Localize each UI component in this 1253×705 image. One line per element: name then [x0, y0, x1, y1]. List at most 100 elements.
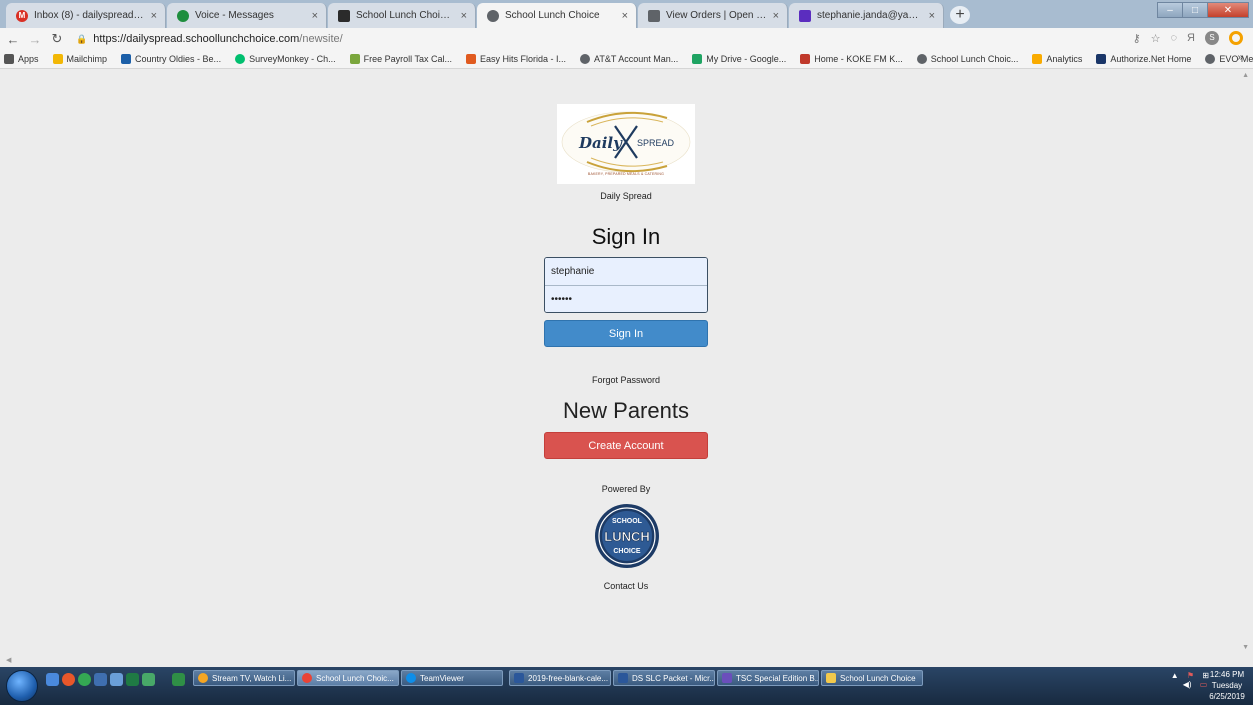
close-tab-icon[interactable]: ×	[461, 10, 467, 22]
tab-title: Voice - Messages	[195, 10, 274, 21]
quicklaunch-explorer-icon[interactable]	[110, 673, 123, 686]
close-tab-icon[interactable]: ×	[773, 10, 779, 22]
tab-voice[interactable]: Voice - Messages ×	[167, 3, 327, 28]
bookmark-country-oldies[interactable]: Country Oldies - Be...	[121, 54, 221, 64]
logo-word-choice: CHOICE	[613, 548, 641, 555]
bookmarks-overflow-icon[interactable]: »	[1237, 52, 1243, 63]
school-lunch-choice-logo: SCHOOL LUNCH CHOICE	[595, 504, 659, 568]
quicklaunch-desktop-icon[interactable]	[46, 673, 59, 686]
chrome-icon	[198, 673, 208, 683]
word-icon	[514, 673, 524, 683]
mailchimp-icon	[52, 54, 63, 64]
tab-slc-admin[interactable]: School Lunch Choice - Administ ×	[328, 3, 476, 28]
tab-gmail[interactable]: M Inbox (8) - dailyspreadjanda@gm ×	[6, 3, 166, 28]
extension-circle-icon[interactable]	[1229, 31, 1243, 45]
close-tab-icon[interactable]: ×	[312, 10, 318, 22]
bookmark-payroll[interactable]: Free Payroll Tax Cal...	[349, 54, 452, 64]
close-tab-icon[interactable]: ×	[622, 10, 628, 22]
page-content: ▲ Daily SPREAD BAKERY, PREPARED MEALS & …	[0, 70, 1253, 655]
password-input[interactable]	[545, 285, 707, 312]
taskbar-item-label: TSC Special Edition B...	[736, 673, 819, 683]
new-tab-plus-icon[interactable]: +	[950, 6, 970, 24]
bookmark-label: Free Payroll Tax Cal...	[363, 54, 452, 64]
username-input[interactable]	[545, 258, 707, 285]
quicklaunch-chrome-icon[interactable]	[78, 673, 91, 686]
globe-icon	[1205, 54, 1216, 64]
logo-word-spread: SPREAD	[637, 138, 675, 148]
bookmark-koke-fm[interactable]: Home - KOKE FM K...	[800, 54, 903, 64]
close-tab-icon[interactable]: ×	[929, 10, 935, 22]
forward-arrow-icon[interactable]: →	[26, 32, 44, 47]
scroll-up-arrow-icon[interactable]: ▲	[1242, 72, 1249, 79]
bookmark-surveymonkey[interactable]: SurveyMonkey - Ch...	[235, 54, 336, 64]
taskbar-item-stream-tv[interactable]: Stream TV, Watch Li...	[193, 670, 295, 686]
taskbar-item-tsc-special-edition[interactable]: TSC Special Edition B...	[717, 670, 819, 686]
url-host: https://dailyspread.schoollunchchoice.co…	[93, 33, 300, 45]
bookmark-star-icon[interactable]: ☆	[1151, 32, 1161, 45]
tab-yahoo-mail[interactable]: stephanie.janda@yahoo.com - Y ×	[789, 3, 944, 28]
taskbar-item-school-lunch-choice-folder[interactable]: School Lunch Choice	[821, 670, 923, 686]
scroll-left-arrow-icon[interactable]: ◀	[6, 656, 11, 664]
profile-avatar-icon[interactable]: S	[1205, 31, 1219, 45]
fork-icon	[648, 9, 660, 22]
bookmark-mailchimp[interactable]: Mailchimp	[52, 54, 107, 64]
quicklaunch-sheet-icon[interactable]	[172, 673, 185, 686]
bookmark-authorize-net[interactable]: Authorize.Net Home	[1096, 54, 1191, 64]
globe-icon	[916, 54, 927, 64]
window-close-icon[interactable]: ✕	[1207, 2, 1249, 18]
sign-in-button[interactable]: Sign In	[544, 320, 708, 347]
maximize-icon[interactable]: □	[1182, 2, 1208, 18]
bookmark-att[interactable]: AT&T Account Man...	[580, 54, 678, 64]
quicklaunch-firefox-icon[interactable]	[62, 673, 75, 686]
tab-open-dining[interactable]: View Orders | Open Dining ×	[638, 3, 788, 28]
taskbar-item-school-lunch-choice-browser[interactable]: School Lunch Choic...	[297, 670, 399, 686]
taskbar-item-label: 2019-free-blank-cale...	[528, 673, 609, 683]
contact-us-link[interactable]: Contact Us	[526, 581, 726, 591]
logo-tagline: BAKERY, PREPARED MEALS & CATERING	[587, 172, 665, 176]
bookmark-google-drive[interactable]: My Drive - Google...	[692, 54, 786, 64]
reader-icon[interactable]: Я	[1187, 32, 1195, 44]
bookmark-apps[interactable]: Apps	[4, 54, 39, 64]
authorize-net-icon	[1096, 54, 1107, 64]
scroll-down-arrow-icon[interactable]: ▼	[1242, 644, 1249, 651]
tray-volume-icon[interactable]: ◀)	[1183, 680, 1192, 689]
taskbar-item-teamviewer[interactable]: TeamViewer	[401, 670, 503, 686]
close-tab-icon[interactable]: ×	[151, 10, 157, 22]
reload-icon[interactable]: ↻	[48, 31, 66, 47]
forgot-password-link[interactable]: Forgot Password	[526, 375, 726, 385]
logo-word-daily: Daily	[578, 134, 623, 152]
windows-taskbar: Stream TV, Watch Li... School Lunch Choi…	[0, 667, 1253, 705]
quicklaunch-app-icon[interactable]	[94, 673, 107, 686]
bookmark-label: Easy Hits Florida - I...	[479, 54, 567, 64]
bookmark-evo-merchant[interactable]: EVO Merchant Acc...	[1205, 54, 1253, 64]
tab-school-lunch-choice[interactable]: School Lunch Choice ×	[477, 3, 637, 28]
tray-flag-icon[interactable]: ⚑	[1187, 671, 1194, 680]
address-bar[interactable]: 🔒 https://dailyspread.schoollunchchoice.…	[76, 33, 343, 45]
bookmark-label: Authorize.Net Home	[1110, 54, 1192, 64]
bookmark-label: School Lunch Choic...	[930, 54, 1019, 64]
minimize-icon[interactable]: –	[1157, 2, 1183, 18]
login-form	[544, 257, 708, 313]
key-icon[interactable]: ⚷	[1133, 32, 1141, 45]
back-arrow-icon[interactable]: ←	[4, 32, 22, 47]
tab-title: School Lunch Choice	[505, 10, 600, 21]
quicklaunch-excel-icon[interactable]	[126, 673, 139, 686]
bookmark-analytics[interactable]: Analytics	[1032, 54, 1082, 64]
tab-title: School Lunch Choice - Administ	[356, 10, 455, 21]
taskbar-clock[interactable]: 12:46 PM Tuesday 6/25/2019	[1207, 669, 1247, 702]
bookmark-label: Country Oldies - Be...	[135, 54, 222, 64]
taskbar-item-calendar-doc[interactable]: 2019-free-blank-cale...	[509, 670, 611, 686]
taskbar-item-ds-slc-packet[interactable]: DS SLC Packet - Micr...	[613, 670, 715, 686]
taskbar-item-label: School Lunch Choic...	[316, 673, 394, 683]
extension-icon[interactable]: ◌	[1171, 32, 1178, 44]
bookmark-label: SurveyMonkey - Ch...	[249, 54, 336, 64]
tray-expand-icon[interactable]: ▲	[1171, 671, 1179, 680]
quicklaunch-quickbooks-icon[interactable]	[142, 673, 155, 686]
create-account-button[interactable]: Create Account	[544, 432, 708, 459]
bookmark-easy-hits[interactable]: Easy Hits Florida - I...	[465, 54, 567, 64]
apps-grid-icon	[4, 54, 14, 64]
clock-date: 6/25/2019	[1209, 692, 1245, 701]
horizontal-scrollbar[interactable]: ◀	[0, 655, 1253, 667]
windows-start-icon[interactable]	[6, 670, 38, 702]
bookmark-school-lunch-choice[interactable]: School Lunch Choic...	[916, 54, 1019, 64]
